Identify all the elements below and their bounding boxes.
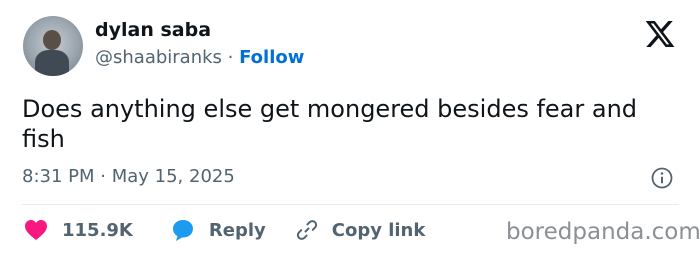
reply-button[interactable]: Reply (171, 218, 266, 242)
heart-icon (25, 220, 47, 240)
avatar-body (35, 50, 69, 76)
divider (22, 204, 679, 205)
follow-button[interactable]: Follow (239, 47, 304, 68)
copy-link-label: Copy link (331, 219, 426, 241)
tweet-time: 8:31 PM (22, 166, 95, 187)
reply-bubble-icon (172, 220, 193, 241)
link-icon (296, 220, 317, 240)
tweet-timestamp[interactable]: 8:31 PM · May 15, 2025 (22, 166, 235, 187)
info-icon[interactable] (650, 166, 674, 190)
likes-count: 115.9K (62, 219, 133, 241)
avatar-head (43, 30, 61, 50)
author-handle-line: @shaabiranks · Follow (95, 47, 304, 68)
tweet-actions: 115.9K Reply Copy link (24, 214, 425, 246)
watermark: boredpanda.com (506, 219, 700, 245)
author-handle[interactable]: @shaabiranks (95, 47, 222, 68)
tweet-text: Does anything else get mongered besides … (22, 95, 638, 153)
tweet-date: May 15, 2025 (111, 166, 235, 187)
avatar[interactable] (23, 16, 83, 76)
author-name[interactable]: dylan saba (95, 19, 211, 41)
like-button[interactable]: 115.9K (24, 219, 133, 241)
handle-separator: · (221, 47, 240, 68)
tweet-card: dylan saba @shaabiranks · Follow Does an… (0, 0, 700, 256)
timestamp-separator: · (94, 166, 112, 187)
copy-link-button[interactable]: Copy link (295, 218, 426, 242)
reply-label: Reply (208, 219, 266, 241)
x-logo-icon[interactable] (644, 18, 676, 50)
